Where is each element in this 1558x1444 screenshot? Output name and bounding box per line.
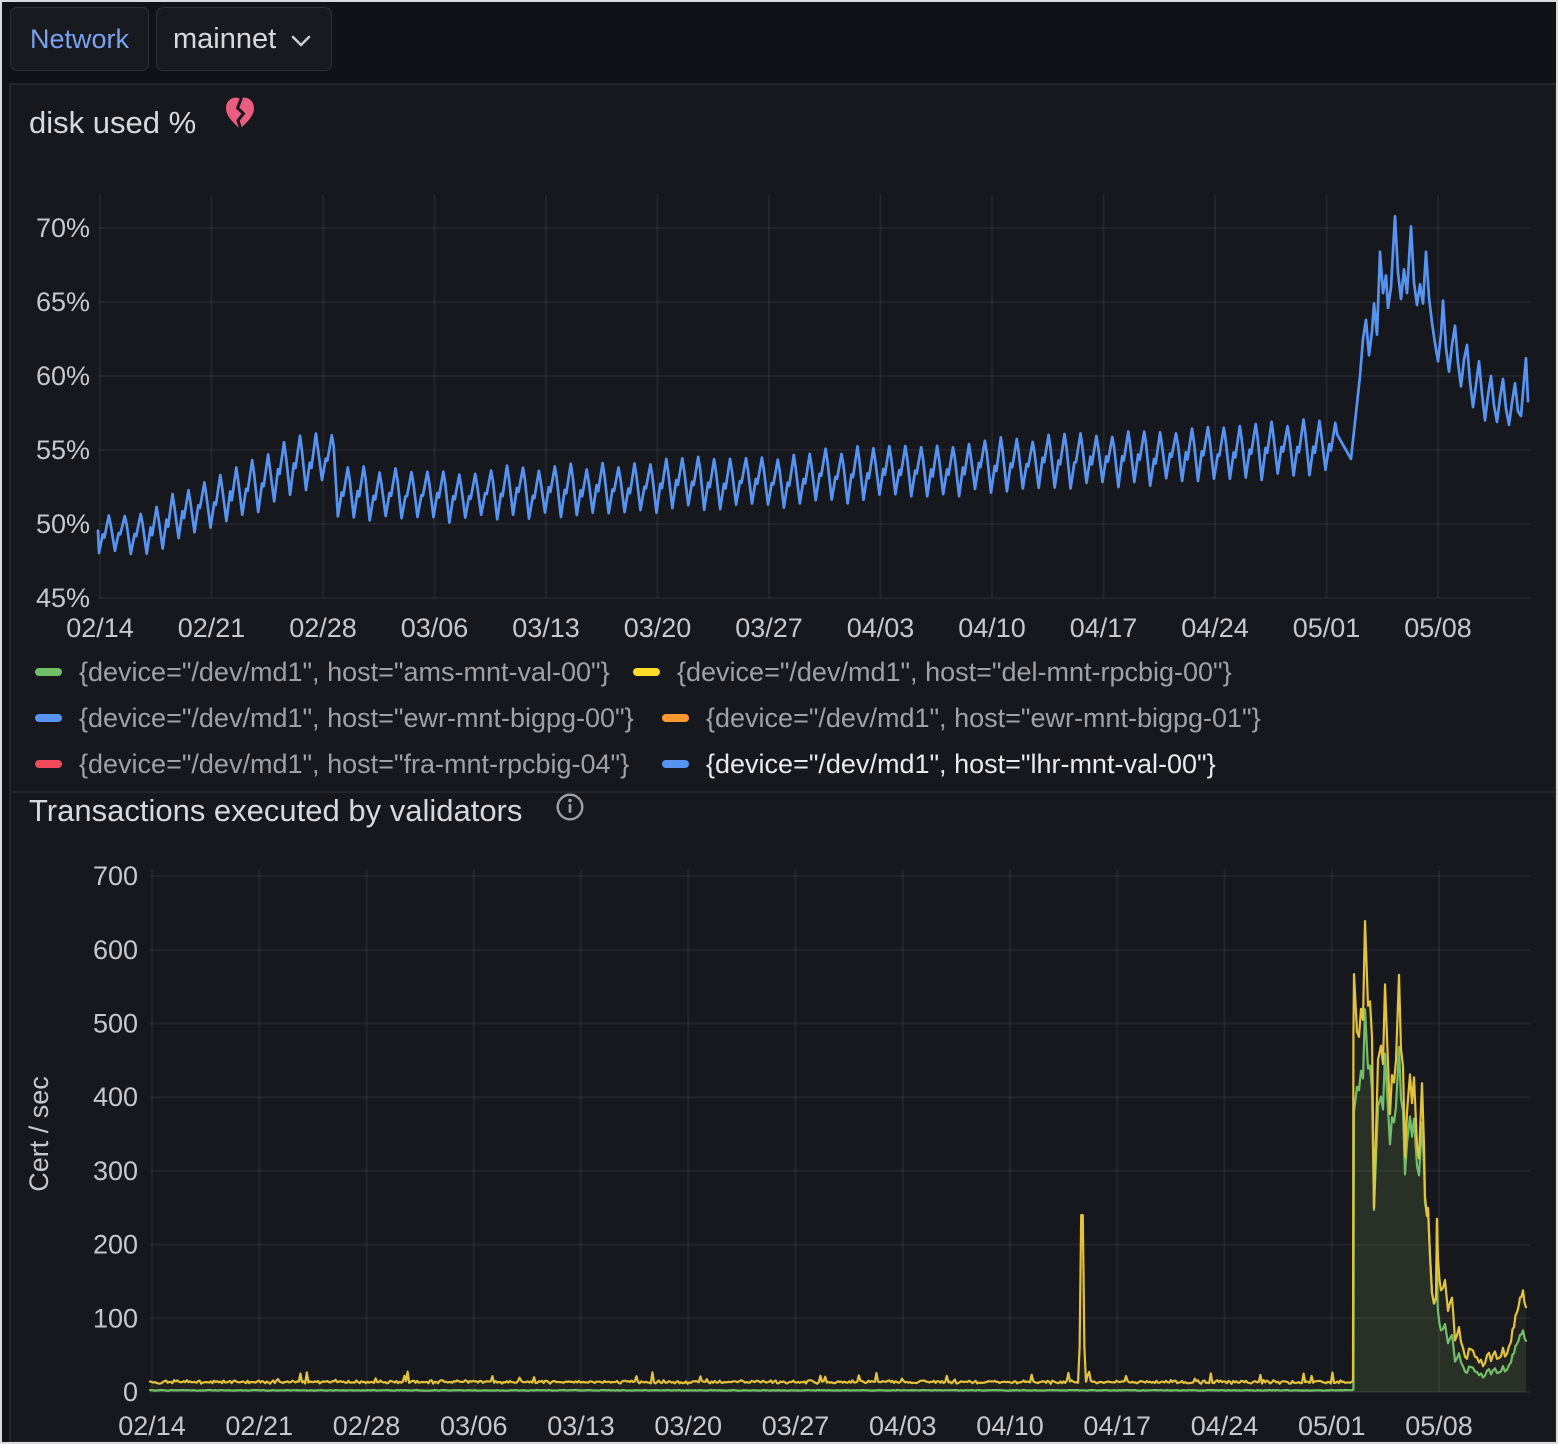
svg-text:03/13: 03/13 xyxy=(512,613,580,643)
svg-text:03/27: 03/27 xyxy=(762,1411,830,1441)
svg-text:700: 700 xyxy=(93,861,138,891)
svg-text:04/24: 04/24 xyxy=(1191,1411,1259,1441)
svg-text:04/03: 04/03 xyxy=(869,1411,937,1441)
svg-text:600: 600 xyxy=(93,935,138,965)
svg-text:04/24: 04/24 xyxy=(1181,613,1249,643)
svg-text:05/01: 05/01 xyxy=(1293,613,1361,643)
svg-text:0: 0 xyxy=(123,1377,138,1407)
svg-text:05/08: 05/08 xyxy=(1404,613,1472,643)
svg-text:03/27: 03/27 xyxy=(735,613,803,643)
svg-text:500: 500 xyxy=(93,1009,138,1039)
svg-text:02/14: 02/14 xyxy=(118,1411,186,1441)
svg-text:200: 200 xyxy=(93,1230,138,1260)
svg-text:03/06: 03/06 xyxy=(401,613,469,643)
svg-text:03/06: 03/06 xyxy=(440,1411,508,1441)
svg-text:04/10: 04/10 xyxy=(976,1411,1044,1441)
svg-text:02/21: 02/21 xyxy=(178,613,246,643)
svg-text:03/20: 03/20 xyxy=(624,613,692,643)
svg-text:04/17: 04/17 xyxy=(1070,613,1138,643)
svg-text:03/13: 03/13 xyxy=(547,1411,615,1441)
svg-text:05/08: 05/08 xyxy=(1405,1411,1473,1441)
svg-text:50%: 50% xyxy=(36,509,90,539)
svg-text:05/01: 05/01 xyxy=(1298,1411,1366,1441)
svg-text:04/03: 04/03 xyxy=(847,613,915,643)
svg-text:400: 400 xyxy=(93,1082,138,1112)
svg-text:04/17: 04/17 xyxy=(1083,1411,1151,1441)
svg-text:45%: 45% xyxy=(36,583,90,613)
svg-text:70%: 70% xyxy=(36,213,90,243)
svg-text:02/28: 02/28 xyxy=(289,613,357,643)
svg-text:300: 300 xyxy=(93,1156,138,1186)
svg-text:02/21: 02/21 xyxy=(225,1411,293,1441)
svg-text:100: 100 xyxy=(93,1303,138,1333)
svg-text:Cert / sec: Cert / sec xyxy=(24,1076,54,1192)
svg-text:03/20: 03/20 xyxy=(654,1411,722,1441)
svg-text:65%: 65% xyxy=(36,287,90,317)
svg-text:55%: 55% xyxy=(36,435,90,465)
svg-text:04/10: 04/10 xyxy=(958,613,1026,643)
svg-text:60%: 60% xyxy=(36,361,90,391)
svg-text:02/14: 02/14 xyxy=(66,613,134,643)
svg-text:02/28: 02/28 xyxy=(333,1411,401,1441)
